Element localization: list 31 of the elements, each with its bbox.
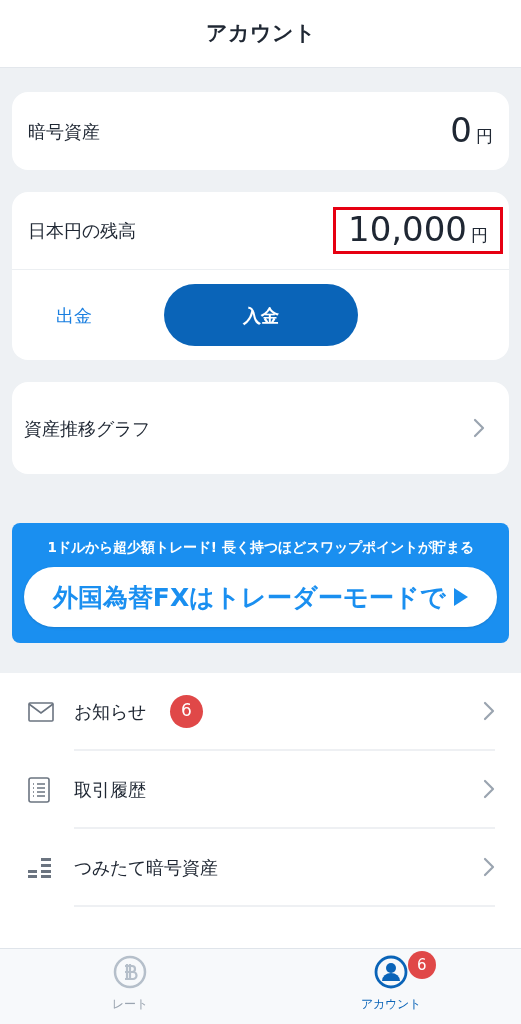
list-document-icon [28,777,50,803]
crypto-label: 暗号資産 [28,119,100,144]
menu-label: つみたて暗号資産 [74,855,218,880]
withdraw-link[interactable]: 出金 [56,301,116,329]
envelope-icon [28,702,54,722]
banner-caption: 1ドルから超少額トレード! 長く持つほどスワップポイントが貯まる [47,538,474,557]
page-title: アカウント [205,19,316,47]
yen-amount: 10,000 円 [333,207,503,254]
menu-item[interactable]: お知らせ 6 [0,673,521,751]
tab[interactable]: 6 アカウント [260,949,521,1024]
graph-label: 資産推移グラフ [24,416,150,441]
yen-label: 日本円の残高 [28,219,136,243]
menu-item[interactable]: 取引履歴 [0,751,521,829]
menu-label: 取引履歴 [74,777,146,802]
crypto-amount: 0 円 [450,112,493,150]
promo-banner[interactable]: 1ドルから超少額トレード! 長く持つほどスワップポイントが貯まる 外国為替FXはトレーダーモードで [12,523,509,643]
chevron-right-icon [483,701,495,721]
count-badge: 6 [407,951,436,979]
fx-mode-button[interactable]: 外国為替FXはトレーダーモードで [24,567,497,628]
count-badge: 6 [170,694,203,728]
person-icon [373,955,408,989]
coin-icon [113,955,148,989]
play-triangle-icon [454,588,469,607]
menu-label: お知らせ [74,699,146,724]
deposit-button[interactable]: 入金 [164,284,358,346]
stacked-bars-icon [28,858,52,878]
chevron-right-icon [483,857,495,877]
chevron-right-icon [473,418,485,438]
chevron-right-icon [483,779,495,799]
menu-item[interactable]: つみたて暗号資産 [0,829,521,907]
graph-row[interactable]: 資産推移グラフ [12,382,509,474]
